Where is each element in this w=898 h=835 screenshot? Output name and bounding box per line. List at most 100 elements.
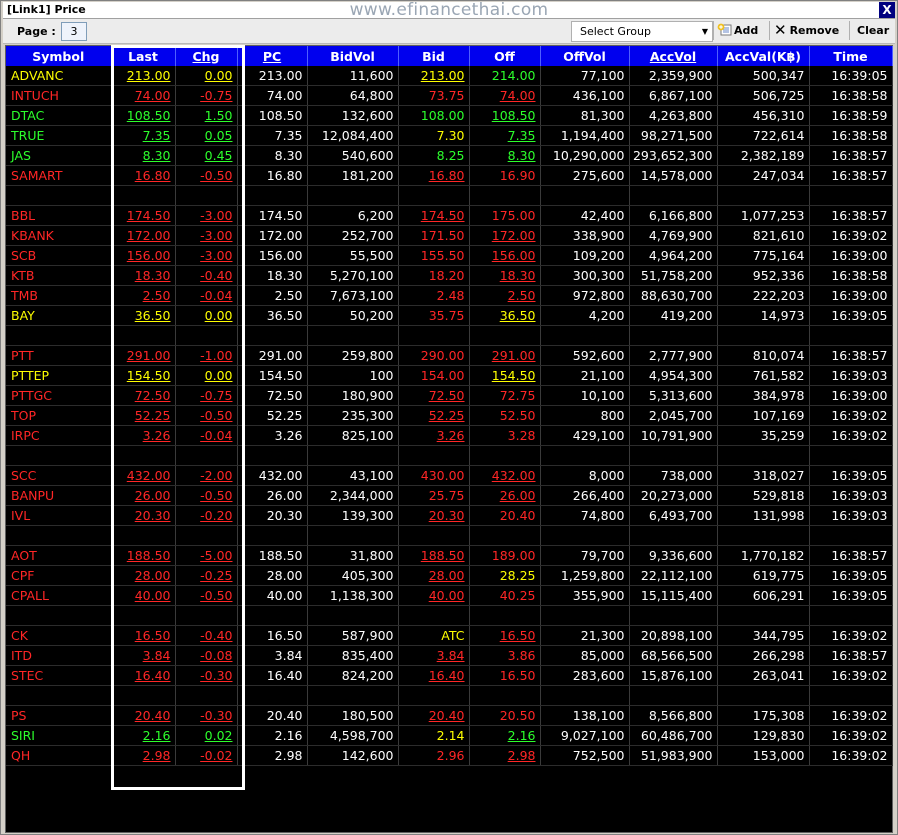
cell-accvol: 6,166,800 xyxy=(629,205,718,226)
cell-symbol[interactable]: CK xyxy=(6,625,112,646)
table-row[interactable]: IVL 20.30 -0.20 20.30 139,300 20.30 20.40 74,80… xyxy=(6,505,893,526)
table-row[interactable]: TOP 52.25 -0.50 52.25 235,300 52.25 52.50 800 2,… xyxy=(6,405,893,426)
table-row[interactable]: SAMART 16.80 -0.50 16.80 181,200 16.80 16.90 27… xyxy=(6,165,893,186)
table-row[interactable]: CK 16.50 -0.40 16.50 587,900 ATC 16.50 21,300 20… xyxy=(6,625,893,646)
cell-accvol: 15,876,100 xyxy=(629,665,718,686)
cell-bid: 20.40 xyxy=(398,705,470,726)
cell-symbol[interactable]: TMB xyxy=(6,285,112,306)
table-row[interactable]: ITD 3.84 -0.08 3.84 835,400 3.84 3.86 85,000 68,… xyxy=(6,645,893,666)
header-offvol[interactable]: OffVol xyxy=(540,46,630,66)
header-bidvol[interactable]: BidVol xyxy=(307,46,399,66)
cell-accval: 456,310 xyxy=(717,105,810,126)
table-row[interactable]: TMB 2.50 -0.04 2.50 7,673,100 2.48 2.50 972,800… xyxy=(6,285,893,306)
cell-symbol[interactable]: PTTEP xyxy=(6,365,112,386)
table-row[interactable]: CPF 28.00 -0.25 28.00 405,300 28.00 28.25 1,259… xyxy=(6,565,893,586)
table-row[interactable]: DTAC 108.50 1.50 108.50 132,600 108.00 108.50 8… xyxy=(6,105,893,126)
cell-symbol[interactable]: PS xyxy=(6,705,112,726)
cell-off: 3.28 xyxy=(469,425,541,446)
table-row[interactable]: QH 2.98 -0.02 2.98 142,600 2.96 2.98 752,500 51,… xyxy=(6,745,893,766)
cell-bid: 8.25 xyxy=(398,145,470,166)
cell-symbol[interactable]: JAS xyxy=(6,145,112,166)
cell-symbol[interactable]: TOP xyxy=(6,405,112,426)
cell-pc: 2.98 xyxy=(237,745,308,766)
cell-symbol[interactable]: IVL xyxy=(6,505,112,526)
cell-symbol[interactable]: PTTGC xyxy=(6,385,112,406)
cell-accval: 129,830 xyxy=(717,725,810,746)
clear-button[interactable]: Clear xyxy=(857,21,889,40)
cell-symbol[interactable]: KTB xyxy=(6,265,112,286)
table-row[interactable]: TRUE 7.35 0.05 7.35 12,084,400 7.30 7.35 1,194,… xyxy=(6,125,893,146)
table-row[interactable]: PS 20.40 -0.30 20.40 180,500 20.40 20.50 138,10… xyxy=(6,705,893,726)
table-row[interactable]: BAY 36.50 0.00 36.50 50,200 35.75 36.50 4,200 41… xyxy=(6,305,893,326)
header-last[interactable]: Last xyxy=(111,46,176,66)
cell-symbol[interactable]: AOT xyxy=(6,545,112,566)
cell-off: 2.98 xyxy=(469,745,541,766)
cell-accvol: 5,313,600 xyxy=(629,385,718,406)
cell-symbol[interactable]: SIRI xyxy=(6,725,112,746)
select-group-dropdown[interactable]: Select Group ▼ xyxy=(571,21,713,42)
close-button[interactable]: X xyxy=(879,2,895,18)
cell-symbol[interactable]: CPF xyxy=(6,565,112,586)
table-row[interactable]: PTTGC 72.50 -0.75 72.50 180,900 72.50 72.75 10,… xyxy=(6,385,893,406)
header-accval[interactable]: AccVal(K฿) xyxy=(717,46,810,66)
cell-bid: 171.50 xyxy=(398,225,470,246)
header-pc[interactable]: PC xyxy=(237,46,308,66)
cell-time: 16:38:57 xyxy=(809,645,893,666)
cell-last: 188.50 xyxy=(111,545,176,566)
table-row[interactable]: KTB 18.30 -0.40 18.30 5,270,100 18.20 18.30 300… xyxy=(6,265,893,286)
remove-button[interactable]: ✕ Remove xyxy=(774,21,839,40)
cell-pc: 154.50 xyxy=(237,365,308,386)
page-number-input[interactable]: 3 xyxy=(61,22,87,41)
cell-symbol[interactable]: SCC xyxy=(6,465,112,486)
cell-symbol[interactable]: STEC xyxy=(6,665,112,686)
cell-pc: 40.00 xyxy=(237,585,308,606)
cell-empty xyxy=(307,325,399,346)
table-row[interactable]: PTT 291.00 -1.00 291.00 259,800 290.00 291.00 5… xyxy=(6,345,893,366)
table-row[interactable]: BANPU 26.00 -0.50 26.00 2,344,000 25.75 26.00 2… xyxy=(6,485,893,506)
table-row[interactable]: IRPC 3.26 -0.04 3.26 825,100 3.26 3.28 429,100 1… xyxy=(6,425,893,446)
cell-symbol[interactable]: INTUCH xyxy=(6,85,112,106)
cell-off: 16.50 xyxy=(469,665,541,686)
table-row[interactable]: STEC 16.40 -0.30 16.40 824,200 16.40 16.50 283,… xyxy=(6,665,893,686)
table-row[interactable]: AOT 188.50 -5.00 188.50 31,800 188.50 189.00 79… xyxy=(6,545,893,566)
cell-empty xyxy=(540,185,630,206)
cell-symbol[interactable]: IRPC xyxy=(6,425,112,446)
cell-symbol[interactable]: PTT xyxy=(6,345,112,366)
cell-symbol[interactable]: BANPU xyxy=(6,485,112,506)
header-symbol[interactable]: Symbol xyxy=(6,46,112,66)
cell-empty xyxy=(540,325,630,346)
table-row[interactable]: SCC 432.00 -2.00 432.00 43,100 430.00 432.00 8,… xyxy=(6,465,893,486)
cell-symbol[interactable]: SAMART xyxy=(6,165,112,186)
cell-last: 108.50 xyxy=(111,105,176,126)
header-off[interactable]: Off xyxy=(469,46,541,66)
cell-symbol[interactable]: KBANK xyxy=(6,225,112,246)
table-row[interactable]: INTUCH 74.00 -0.75 74.00 64,800 73.75 74.00 436… xyxy=(6,85,893,106)
table-row[interactable]: SIRI 2.16 0.02 2.16 4,598,700 2.14 2.16 9,027,1… xyxy=(6,725,893,746)
table-row[interactable]: PTTEP 154.50 0.00 154.50 100 154.00 154.50 21,1… xyxy=(6,365,893,386)
cell-empty xyxy=(469,325,541,346)
table-row[interactable]: CPALL 40.00 -0.50 40.00 1,138,300 40.00 40.25 3… xyxy=(6,585,893,606)
cell-symbol[interactable]: BAY xyxy=(6,305,112,326)
header-accvol[interactable]: AccVol xyxy=(629,46,718,66)
cell-symbol[interactable]: QH xyxy=(6,745,112,766)
cell-symbol[interactable]: ADVANC xyxy=(6,66,112,86)
cell-symbol[interactable]: DTAC xyxy=(6,105,112,126)
cell-accvol: 4,263,800 xyxy=(629,105,718,126)
add-button[interactable]: Add xyxy=(717,21,758,40)
table-row[interactable]: SCB 156.00 -3.00 156.00 55,500 155.50 156.00 10… xyxy=(6,245,893,266)
table-row[interactable]: JAS 8.30 0.45 8.30 540,600 8.25 8.30 10,290,000… xyxy=(6,145,893,166)
cell-empty xyxy=(629,445,718,466)
cell-symbol[interactable]: BBL xyxy=(6,205,112,226)
table-row-blank xyxy=(6,685,893,706)
cell-symbol[interactable]: TRUE xyxy=(6,125,112,146)
cell-symbol[interactable]: ITD xyxy=(6,645,112,666)
cell-symbol[interactable]: CPALL xyxy=(6,585,112,606)
table-row[interactable]: ADVANC 213.00 0.00 213.00 11,600 213.00 214.00… xyxy=(6,66,893,86)
header-time[interactable]: Time xyxy=(809,46,893,66)
table-row[interactable]: KBANK 172.00 -3.00 172.00 252,700 171.50 172.0… xyxy=(6,225,893,246)
cell-empty xyxy=(398,325,470,346)
header-bid[interactable]: Bid xyxy=(398,46,470,66)
header-chg[interactable]: Chg xyxy=(175,46,238,66)
table-row[interactable]: BBL 174.50 -3.00 174.50 6,200 174.50 175.00 42,… xyxy=(6,205,893,226)
cell-symbol[interactable]: SCB xyxy=(6,245,112,266)
